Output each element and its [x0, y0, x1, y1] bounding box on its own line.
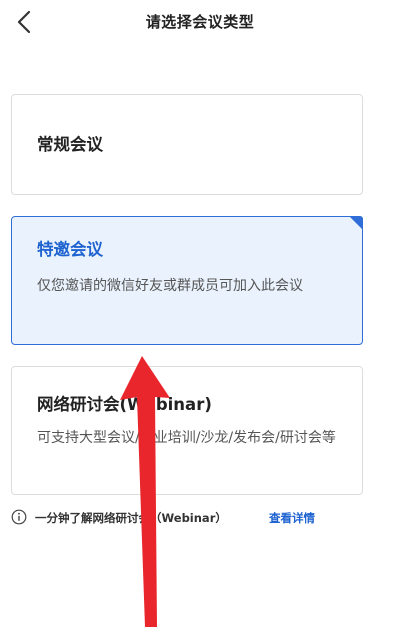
info-circle-icon: [11, 509, 27, 525]
meeting-type-description: 仅您邀请的微信好友或群成员可加入此会议: [37, 278, 303, 294]
meeting-type-webinar-card[interactable]: 网络研讨会(Webinar) 可支持大型会议/企业培训/沙龙/发布会/研讨会等: [11, 366, 363, 495]
meeting-type-title: 常规会议: [37, 135, 103, 154]
meeting-type-title: 特邀会议: [37, 240, 103, 259]
meeting-type-invite-card[interactable]: 特邀会议 仅您邀请的微信好友或群成员可加入此会议: [11, 216, 363, 345]
webinar-info-text: 一分钟了解网络研讨会（Webinar）: [35, 511, 227, 525]
webinar-info-row: 一分钟了解网络研讨会（Webinar） 查看详情: [11, 509, 391, 527]
view-details-link[interactable]: 查看详情: [269, 510, 315, 526]
meeting-type-description: 可支持大型会议/企业培训/沙龙/发布会/研讨会等: [37, 430, 336, 446]
header-bar: 请选择会议类型: [0, 0, 400, 44]
meeting-type-title: 网络研讨会(Webinar): [37, 395, 212, 414]
meeting-type-regular-card[interactable]: 常规会议: [11, 94, 363, 195]
page-title: 请选择会议类型: [145, 13, 255, 31]
selected-corner-indicator: [349, 216, 363, 230]
